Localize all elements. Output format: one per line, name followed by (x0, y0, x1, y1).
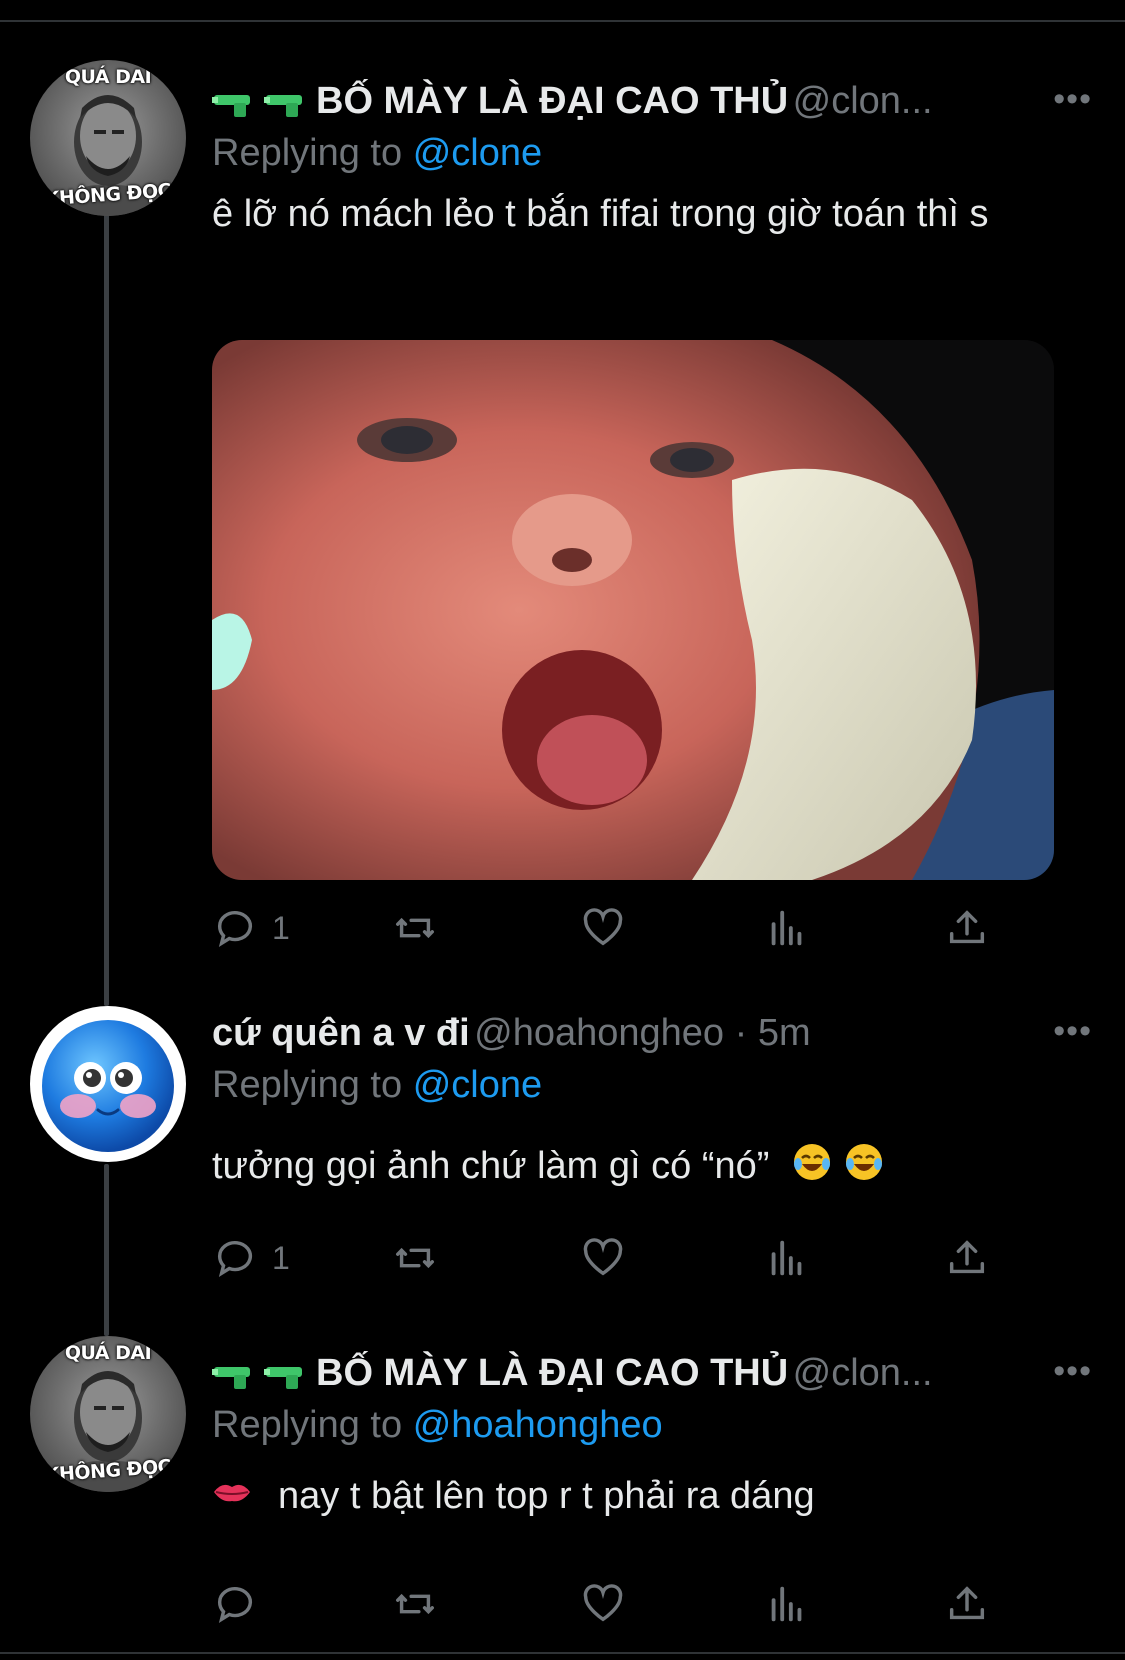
tweet-text: nay t bật lên top r t phải ra dáng (278, 1475, 815, 1517)
reply-icon (217, 911, 253, 948)
replying-to: Replying to @clone (212, 1064, 1092, 1107)
more-icon[interactable]: ••• (1053, 1012, 1092, 1051)
display-name[interactable]: BỐ MÀY LÀ ĐẠI CAO THỦ (316, 80, 788, 122)
replying-label: Replying to (212, 1064, 403, 1106)
blue-emoji-avatar-icon (42, 1020, 174, 1152)
tweet-header: BỐ MÀY LÀ ĐẠI CAO THỦ @clon... ••• (212, 80, 1092, 130)
views-button[interactable] (764, 898, 810, 958)
like-button[interactable] (580, 898, 626, 958)
water-pistol-icon (212, 1366, 250, 1389)
tweet-header: BỐ MÀY LÀ ĐẠI CAO THỦ @clon... ••• (212, 1352, 1092, 1402)
tweet-actions: 1 (212, 898, 1092, 958)
views-button[interactable] (764, 1228, 810, 1288)
laughing-emoji-icon (845, 1143, 882, 1180)
retweet-button[interactable] (392, 898, 438, 958)
share-icon (949, 910, 985, 944)
reply-button[interactable] (212, 1574, 272, 1634)
retweet-icon (396, 917, 434, 939)
reply-count: 1 (272, 909, 290, 946)
mention-link[interactable]: @clone (413, 132, 542, 174)
mention-link[interactable]: @hoahongheo (413, 1404, 663, 1446)
share-icon (949, 1586, 985, 1620)
reply-button[interactable]: 1 (212, 1228, 290, 1288)
replying-label: Replying to (212, 132, 403, 174)
like-button[interactable] (580, 1228, 626, 1288)
avatar-caption-top: QUÁ DAI (64, 1342, 152, 1364)
handle[interactable]: @clon... (793, 80, 933, 122)
thread-line (104, 1164, 109, 1336)
water-pistol-icon (212, 94, 250, 117)
lips-icon (214, 1484, 250, 1502)
replying-to: Replying to @hoahongheo (212, 1404, 1092, 1447)
tweet[interactable]: BỐ MÀY LÀ ĐẠI CAO THỦ @clon... ••• Reply… (212, 1352, 1092, 1521)
retweet-button[interactable] (392, 1574, 438, 1634)
like-button[interactable] (580, 1574, 626, 1634)
views-icon (771, 1586, 802, 1622)
more-icon[interactable]: ••• (1053, 80, 1092, 119)
tweet-text-row: nay t bật lên top r t phải ra dáng (212, 1471, 1092, 1521)
display-name[interactable]: cứ quên a v đi (212, 1012, 470, 1054)
avatar[interactable] (30, 1006, 186, 1162)
like-icon (583, 1584, 623, 1622)
like-icon (583, 908, 623, 946)
water-pistol-icon (264, 94, 302, 117)
share-button[interactable] (944, 898, 990, 958)
share-button[interactable] (944, 1228, 990, 1288)
like-icon (583, 1238, 623, 1276)
water-pistol-icon (264, 1366, 302, 1389)
thread-line (104, 200, 109, 1006)
replying-label: Replying to (212, 1404, 403, 1446)
reply-icon (217, 1587, 253, 1624)
avatar[interactable]: QUÁ DAI KHÔNG ĐỌC (30, 1336, 186, 1492)
retweet-icon (396, 1247, 434, 1269)
reply-button[interactable]: 1 (212, 898, 290, 958)
top-divider (0, 20, 1125, 22)
avatar[interactable]: QUÁ DAI KHÔNG ĐỌC (30, 60, 186, 216)
tweet-actions (212, 1574, 1092, 1634)
tweet-text-row: tưởng gọi ảnh chứ làm gì có “nó” (212, 1141, 1092, 1191)
tweet-media-image[interactable] (212, 340, 1054, 880)
bottom-divider (0, 1652, 1125, 1654)
mention-link[interactable]: @clone (413, 1064, 542, 1106)
laughing-emoji-icon (793, 1143, 830, 1180)
display-name[interactable]: BỐ MÀY LÀ ĐẠI CAO THỦ (316, 1352, 788, 1394)
replying-to: Replying to @clone (212, 132, 1092, 175)
tweet[interactable]: cứ quên a v đi @hoahongheo · 5m ••• Repl… (212, 1012, 1092, 1191)
handle[interactable]: @clon... (793, 1352, 933, 1394)
views-icon (771, 910, 802, 946)
tweet-actions: 1 (212, 1228, 1092, 1288)
share-button[interactable] (944, 1574, 990, 1634)
tweet-text: tưởng gọi ảnh chứ làm gì có “nó” (212, 1145, 770, 1187)
baby-photo (212, 340, 1054, 880)
tweet-header: cứ quên a v đi @hoahongheo · 5m ••• (212, 1012, 1092, 1062)
more-icon[interactable]: ••• (1053, 1352, 1092, 1391)
views-button[interactable] (764, 1574, 810, 1634)
tweet-text: ê lỡ nó mách lẻo t bắn fifai trong giờ t… (212, 193, 989, 235)
handle-and-time[interactable]: @hoahongheo · 5m (474, 1012, 810, 1054)
reply-icon (217, 1241, 253, 1278)
share-icon (949, 1240, 985, 1274)
retweet-button[interactable] (392, 1228, 438, 1288)
tweet[interactable]: BỐ MÀY LÀ ĐẠI CAO THỦ @clon... ••• Reply… (212, 80, 1092, 239)
avatar-caption-top: QUÁ DAI (64, 66, 152, 88)
reply-count: 1 (272, 1239, 290, 1276)
views-icon (771, 1240, 802, 1276)
retweet-icon (396, 1593, 434, 1615)
